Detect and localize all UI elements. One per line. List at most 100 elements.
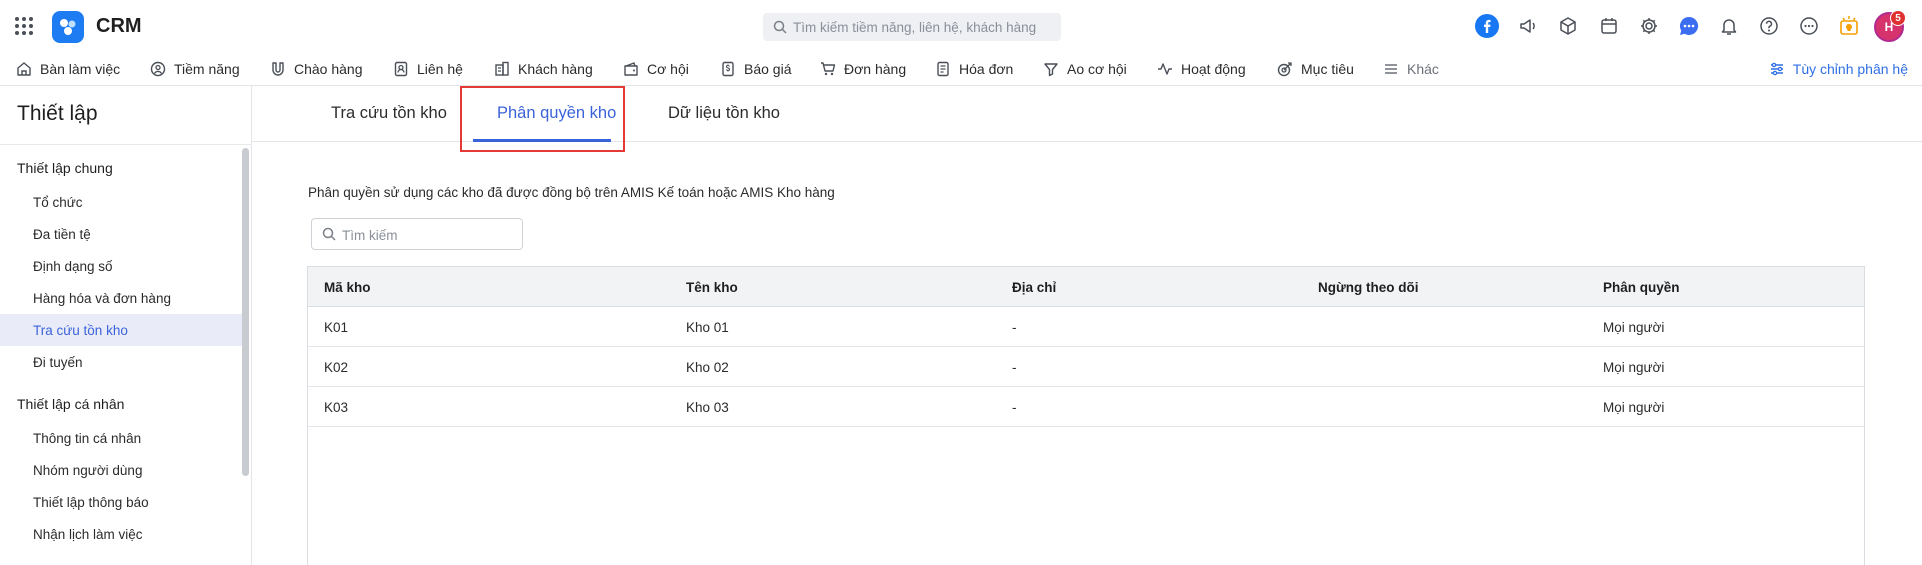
table-row[interactable]: K01 Kho 01 - Mọi người: [308, 307, 1864, 347]
tab-du-lieu-ton-kho[interactable]: Dữ liệu tồn kho: [668, 104, 780, 123]
table-row[interactable]: K02 Kho 02 - Mọi người: [308, 347, 1864, 387]
main-content: Tra cứu tồn kho Phân quyền kho Dữ liệu t…: [252, 86, 1922, 565]
nav-item-tiem-nang[interactable]: Tiềm năng: [150, 52, 240, 86]
facebook-icon[interactable]: [1474, 13, 1500, 39]
column-header-ten-kho[interactable]: Tên kho: [686, 280, 738, 295]
nav-item-label: Tiềm năng: [174, 61, 240, 77]
module-nav: Bàn làm việc Tiềm năng Chào hàng Liên hệ…: [0, 52, 1922, 86]
customize-modules-button[interactable]: Tùy chỉnh phân hệ: [1769, 52, 1908, 86]
sidebar-item-da-tien-te[interactable]: Đa tiền tệ: [0, 218, 242, 250]
magnet-icon: [270, 61, 286, 77]
nav-item-label: Mục tiêu: [1301, 61, 1354, 77]
customize-modules-label: Tùy chỉnh phân hệ: [1792, 61, 1908, 77]
cell-ten-kho: Kho 03: [686, 400, 729, 415]
settings-sidebar: Thiết lập Thiết lập chung Tổ chức Đa tiề…: [0, 86, 252, 565]
nav-item-label: Báo giá: [744, 61, 792, 77]
nav-item-co-hoi[interactable]: Cơ hội: [623, 52, 689, 86]
sidebar-group-general: Thiết lập chung: [17, 160, 113, 176]
nav-item-chao-hang[interactable]: Chào hàng: [270, 52, 363, 86]
highlight-box: [460, 86, 625, 152]
nav-item-muc-tieu[interactable]: Mục tiêu: [1277, 52, 1354, 86]
cell-ten-kho: Kho 02: [686, 360, 729, 375]
nav-item-ban-lam-viec[interactable]: Bàn làm việc: [16, 52, 120, 86]
sidebar-title: Thiết lập: [17, 102, 98, 125]
sidebar-item-to-chuc[interactable]: Tổ chức: [0, 186, 242, 218]
nav-item-label: Bàn làm việc: [40, 61, 121, 77]
nav-item-label: Đơn hàng: [844, 61, 907, 77]
nav-item-label: Khách hàng: [518, 61, 593, 77]
bell-icon[interactable]: [1716, 13, 1742, 39]
nav-item-lien-he[interactable]: Liên hệ: [393, 52, 463, 86]
cell-phan-quyen[interactable]: Mọi người: [1603, 320, 1664, 335]
column-header-ma-kho[interactable]: Mã kho: [324, 280, 371, 295]
table-row[interactable]: K03 Kho 03 - Mọi người: [308, 387, 1864, 427]
building-icon: [494, 61, 510, 77]
search-icon: [322, 227, 336, 241]
search-icon: [773, 20, 787, 34]
sidebar-scrollbar[interactable]: [242, 148, 249, 476]
nav-item-hoat-dong[interactable]: Hoạt động: [1157, 52, 1246, 86]
crm-logo-icon[interactable]: [52, 11, 84, 43]
cell-phan-quyen[interactable]: Mọi người: [1603, 360, 1664, 375]
sidebar-item-tra-cuu-ton-kho[interactable]: Tra cứu tồn kho: [0, 314, 242, 346]
gear-icon[interactable]: [1636, 13, 1662, 39]
nav-item-ao-co-hoi[interactable]: Ao cơ hội: [1043, 52, 1127, 86]
nav-item-label: Ao cơ hội: [1067, 61, 1127, 77]
sidebar-item-hang-hoa-don-hang[interactable]: Hàng hóa và đơn hàng: [0, 282, 242, 314]
cell-ma-kho: K03: [324, 400, 349, 415]
funnel-icon: [1043, 61, 1059, 77]
nav-item-khac[interactable]: Khác: [1383, 52, 1439, 86]
nav-item-label: Chào hàng: [294, 61, 363, 77]
sidebar-item-dinh-dang-so[interactable]: Định dạng số: [0, 250, 242, 282]
nav-item-bao-gia[interactable]: Báo giá: [720, 52, 791, 86]
cart-icon: [820, 61, 836, 77]
apps-grid-icon[interactable]: [14, 16, 34, 36]
cell-ten-kho: Kho 01: [686, 320, 729, 335]
sidebar-item-nhom-nguoi-dung[interactable]: Nhóm người dùng: [0, 454, 242, 486]
activity-icon: [1157, 61, 1173, 77]
sidebar-item-nhan-lich-lam-viec[interactable]: Nhận lịch làm việc: [0, 518, 242, 550]
quote-icon: [720, 61, 736, 77]
nav-item-label: Liên hệ: [417, 61, 463, 77]
home-icon: [16, 61, 32, 77]
nav-item-label: Cơ hội: [647, 61, 689, 77]
app-brand[interactable]: CRM: [96, 15, 142, 38]
more-icon[interactable]: [1796, 13, 1822, 39]
global-search-placeholder: Tìm kiếm tiềm năng, liên hệ, khách hàng: [793, 20, 1037, 35]
table-header: Mã kho Tên kho Địa chỉ Ngừng theo dõi Ph…: [308, 267, 1864, 307]
tab-tra-cuu-ton-kho[interactable]: Tra cứu tồn kho: [331, 104, 447, 123]
sidebar-item-thong-tin-ca-nhan[interactable]: Thông tin cá nhân: [0, 422, 242, 454]
global-search-input[interactable]: Tìm kiếm tiềm năng, liên hệ, khách hàng: [763, 13, 1061, 41]
wallet-icon: [623, 61, 639, 77]
warehouse-search-field[interactable]: [311, 218, 523, 250]
calendar-icon[interactable]: [1596, 13, 1622, 39]
top-bar: CRM Tìm kiếm tiềm năng, liên hệ, khách h…: [0, 0, 1922, 52]
warehouse-search-input[interactable]: [342, 225, 512, 245]
megaphone-icon[interactable]: [1515, 13, 1541, 39]
cell-dia-chi: -: [1012, 320, 1017, 335]
nav-item-hoa-don[interactable]: Hóa đơn: [935, 52, 1013, 86]
nav-item-label: Khác: [1407, 61, 1439, 77]
cell-phan-quyen[interactable]: Mọi người: [1603, 400, 1664, 415]
sidebar-item-thiet-lap-thong-bao[interactable]: Thiết lập thông báo: [0, 486, 242, 518]
nav-item-don-hang[interactable]: Đơn hàng: [820, 52, 906, 86]
help-icon[interactable]: [1756, 13, 1782, 39]
sidebar-group-personal: Thiết lập cá nhân: [17, 396, 125, 412]
cell-dia-chi: -: [1012, 360, 1017, 375]
box-search-icon[interactable]: [1555, 13, 1581, 39]
lightbulb-icon[interactable]: [1836, 13, 1862, 39]
cell-dia-chi: -: [1012, 400, 1017, 415]
target-icon: [1277, 61, 1293, 77]
cell-ma-kho: K01: [324, 320, 349, 335]
column-header-dia-chi[interactable]: Địa chỉ: [1012, 280, 1056, 295]
column-header-phan-quyen[interactable]: Phân quyền: [1603, 280, 1680, 295]
menu-icon: [1383, 61, 1399, 77]
lead-icon: [150, 61, 166, 77]
nav-item-khach-hang[interactable]: Khách hàng: [494, 52, 593, 86]
chat-icon[interactable]: [1676, 13, 1702, 39]
sidebar-item-di-tuyen[interactable]: Đi tuyến: [0, 346, 242, 378]
cell-ma-kho: K02: [324, 360, 349, 375]
column-header-ngung-theo-doi[interactable]: Ngừng theo dõi: [1318, 280, 1419, 295]
nav-item-label: Hoạt động: [1181, 61, 1246, 77]
invoice-icon: [935, 61, 951, 77]
